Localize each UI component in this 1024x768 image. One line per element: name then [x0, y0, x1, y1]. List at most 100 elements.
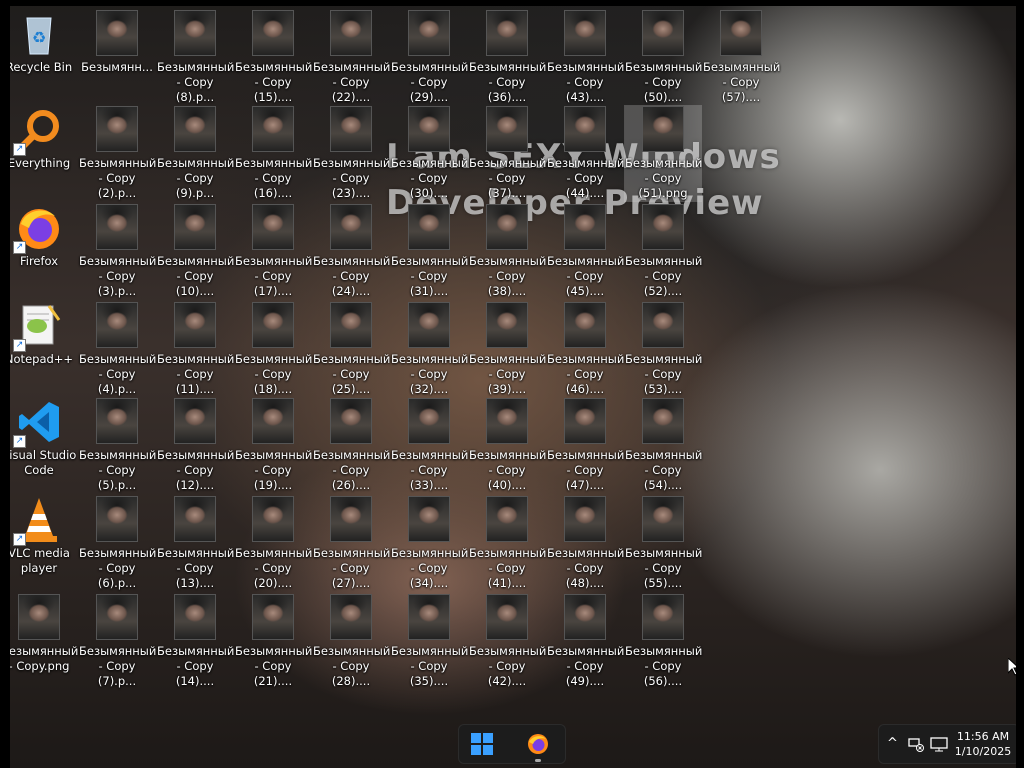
image-thumbnail-icon: [93, 398, 141, 446]
desktop-file-icon[interactable]: Безымянный - Copy (2).p...: [79, 106, 157, 201]
desktop-file-icon[interactable]: Безымянный - Copy (51).png: [624, 105, 702, 202]
desktop-file-icon[interactable]: Безымянный - Copy (49)....: [547, 594, 624, 689]
desktop-file-icon[interactable]: Безымянный - Copy (35)....: [391, 594, 468, 689]
desktop-file-icon[interactable]: Безымянный - Copy (9).p...: [157, 106, 234, 201]
desktop-file-icon[interactable]: Безымянный - Copy (56)....: [625, 594, 702, 689]
shortcut-arrow-icon: ↗: [13, 339, 26, 352]
image-thumbnail-icon: [327, 204, 375, 252]
desktop-file-icon[interactable]: Безымянный - Copy (12)....: [157, 398, 234, 493]
taskbar-firefox-icon[interactable]: [527, 733, 549, 762]
desktop-file-icon[interactable]: Безымянный - Copy (24)....: [313, 204, 390, 299]
desktop-file-icon[interactable]: Безымянный - Copy (50)....: [625, 10, 702, 105]
desktop-file-icon[interactable]: Безымянный - Copy (54)....: [625, 398, 702, 493]
file-label: Безымянн...: [81, 60, 153, 74]
desktop-file-icon[interactable]: Безымянный - Copy (31)....: [391, 204, 468, 299]
desktop-file-icon[interactable]: Безымянный - Copy (8).p...: [157, 10, 234, 105]
desktop-file-icon[interactable]: Безымянный - Copy (32)....: [391, 302, 468, 397]
desktop-file-icon[interactable]: Безымянный - Copy (27)....: [313, 496, 390, 591]
image-thumbnail-icon: [171, 302, 219, 350]
desktop-file-icon[interactable]: Безымянный - Copy (22)....: [313, 10, 390, 105]
desktop-icon-notepad-plus-plus[interactable]: ↗ Notepad++: [1, 302, 77, 367]
desktop-file-icon[interactable]: Безымянный - Copy (52)....: [625, 204, 702, 299]
shortcut-arrow-icon: ↗: [13, 435, 26, 448]
chevron-up-icon[interactable]: ^: [887, 736, 898, 751]
desktop-file-icon[interactable]: Безымянный - Copy (30)....: [391, 106, 468, 201]
desktop-file-icon[interactable]: Безымянный - Copy (53)....: [625, 302, 702, 397]
system-tray: ^ 11:56 AM 1/10/2025: [878, 724, 1020, 764]
image-thumbnail-icon: [639, 204, 687, 252]
desktop-file-icon[interactable]: Безымянный - Copy (44)....: [547, 106, 624, 201]
file-label: Безымянный - Copy (46)....: [547, 352, 625, 396]
desktop-icon-visual-studio-code[interactable]: ↗ Visual Studio Code: [1, 398, 77, 478]
desktop-file-icon[interactable]: Безымянный - Copy (37)....: [469, 106, 546, 201]
file-label: Безымянный - Copy (18)....: [235, 352, 313, 396]
desktop-file-icon[interactable]: Безымянный - Copy (5).p...: [79, 398, 156, 493]
desktop-file-icon[interactable]: Безымянный - Copy (43)....: [547, 10, 624, 105]
image-thumbnail-icon: [249, 398, 297, 446]
file-label: Безымянный - Copy (29)....: [391, 60, 469, 104]
desktop-file-icon[interactable]: Безымянный - Copy (36)....: [469, 10, 546, 105]
file-label: Безымянный - Copy (40)....: [469, 448, 547, 492]
image-thumbnail-icon: [483, 106, 531, 154]
desktop-file-icon[interactable]: Безымянный - Copy (57)....: [703, 10, 780, 105]
desktop-file-icon[interactable]: Безымянный - Copy (10)....: [157, 204, 234, 299]
desktop-file-icon[interactable]: Безымянный - Copy (34)....: [391, 496, 468, 591]
desktop-icon-copy-png[interactable]: Безымянный - Copy.png: [1, 594, 78, 674]
desktop-file-icon[interactable]: Безымянный - Copy (21)....: [235, 594, 312, 689]
desktop-file-icon[interactable]: Безымянн...: [79, 10, 155, 75]
desktop-file-icon[interactable]: Безымянный - Copy (42)....: [469, 594, 546, 689]
desktop-file-icon[interactable]: Безымянный - Copy (28)....: [313, 594, 390, 689]
desktop-file-icon[interactable]: Безымянный - Copy (33)....: [391, 398, 468, 493]
desktop-icon-everything[interactable]: ↗ Everything: [1, 106, 77, 171]
file-label: Безымянный - Copy (20)....: [235, 546, 313, 590]
everything-label: Everything: [7, 156, 71, 170]
image-thumbnail-icon: [327, 10, 375, 58]
desktop-file-icon[interactable]: Безымянный - Copy (16)....: [235, 106, 313, 201]
file-label: Безымянный - Copy (2).p...: [79, 156, 157, 200]
desktop-file-icon[interactable]: Безымянный - Copy (15)....: [235, 10, 312, 105]
file-label: Безымянный - Copy (48)....: [547, 546, 625, 590]
desktop-file-icon[interactable]: Безымянный - Copy (3).p...: [79, 204, 156, 299]
network-disconnected-icon[interactable]: [907, 735, 925, 753]
notepad-plus-plus-label: Notepad++: [4, 352, 74, 366]
desktop-file-icon[interactable]: Безымянный - Copy (23)....: [313, 106, 390, 201]
desktop-file-icon[interactable]: Безымянный - Copy (6).p...: [79, 496, 157, 591]
display-icon[interactable]: [930, 735, 948, 753]
image-thumbnail-icon: [15, 594, 63, 642]
desktop-file-icon[interactable]: Безымянный - Copy (47)....: [547, 398, 624, 493]
desktop-file-icon[interactable]: Безымянный - Copy (45)....: [547, 204, 624, 299]
desktop-file-icon[interactable]: Безымянный - Copy (40)....: [469, 398, 547, 493]
clock[interactable]: 11:56 AM 1/10/2025: [951, 729, 1015, 759]
image-thumbnail-icon: [249, 496, 297, 544]
desktop-icon-vlc[interactable]: ↗ VLC media player: [1, 496, 77, 576]
desktop-file-icon[interactable]: Безымянный - Copy (29)....: [391, 10, 469, 105]
desktop-file-icon[interactable]: Безымянный - Copy (18)....: [235, 302, 313, 397]
running-indicator: [535, 759, 541, 762]
desktop-file-icon[interactable]: Безымянный - Copy (4).p...: [79, 302, 156, 397]
desktop-file-icon[interactable]: Безымянный - Copy (13)....: [157, 496, 234, 591]
desktop-file-icon[interactable]: Безымянный - Copy (20)....: [235, 496, 313, 591]
windows-start-icon[interactable]: [471, 733, 493, 755]
image-thumbnail-icon: [561, 398, 609, 446]
desktop-icon-firefox[interactable]: ↗ Firefox: [1, 204, 77, 269]
desktop-file-icon[interactable]: Безымянный - Copy (48)....: [547, 496, 625, 591]
file-label: Безымянный - Copy (6).p...: [79, 546, 157, 590]
desktop-file-icon[interactable]: Безымянный - Copy (26)....: [313, 398, 390, 493]
image-thumbnail-icon: [327, 302, 375, 350]
desktop-file-icon[interactable]: Безымянный - Copy (19)....: [235, 398, 312, 493]
desktop-file-icon[interactable]: Безымянный - Copy (41)....: [469, 496, 546, 591]
image-thumbnail-icon: [483, 496, 531, 544]
image-thumbnail-icon: [405, 10, 453, 58]
desktop-icon-recycle-bin[interactable]: ♻ Recycle Bin: [1, 10, 77, 75]
desktop-file-icon[interactable]: Безымянный - Copy (38)....: [469, 204, 546, 299]
shortcut-arrow-icon: ↗: [13, 533, 26, 546]
desktop-file-icon[interactable]: Безымянный - Copy (46)....: [547, 302, 625, 397]
desktop-file-icon[interactable]: Безымянный - Copy (17)....: [235, 204, 312, 299]
desktop-file-icon[interactable]: Безымянный - Copy (14)....: [157, 594, 234, 689]
desktop-file-icon[interactable]: Безымянный - Copy (7).p...: [79, 594, 156, 689]
desktop-file-icon[interactable]: Безымянный - Copy (25)....: [313, 302, 390, 397]
desktop-file-icon[interactable]: Безымянный - Copy (11)....: [157, 302, 234, 397]
desktop-file-icon[interactable]: Безымянный - Copy (55)....: [625, 496, 702, 591]
desktop-file-icon[interactable]: Безымянный - Copy (39)....: [469, 302, 546, 397]
file-label: Безымянный - Copy (16)....: [235, 156, 313, 200]
